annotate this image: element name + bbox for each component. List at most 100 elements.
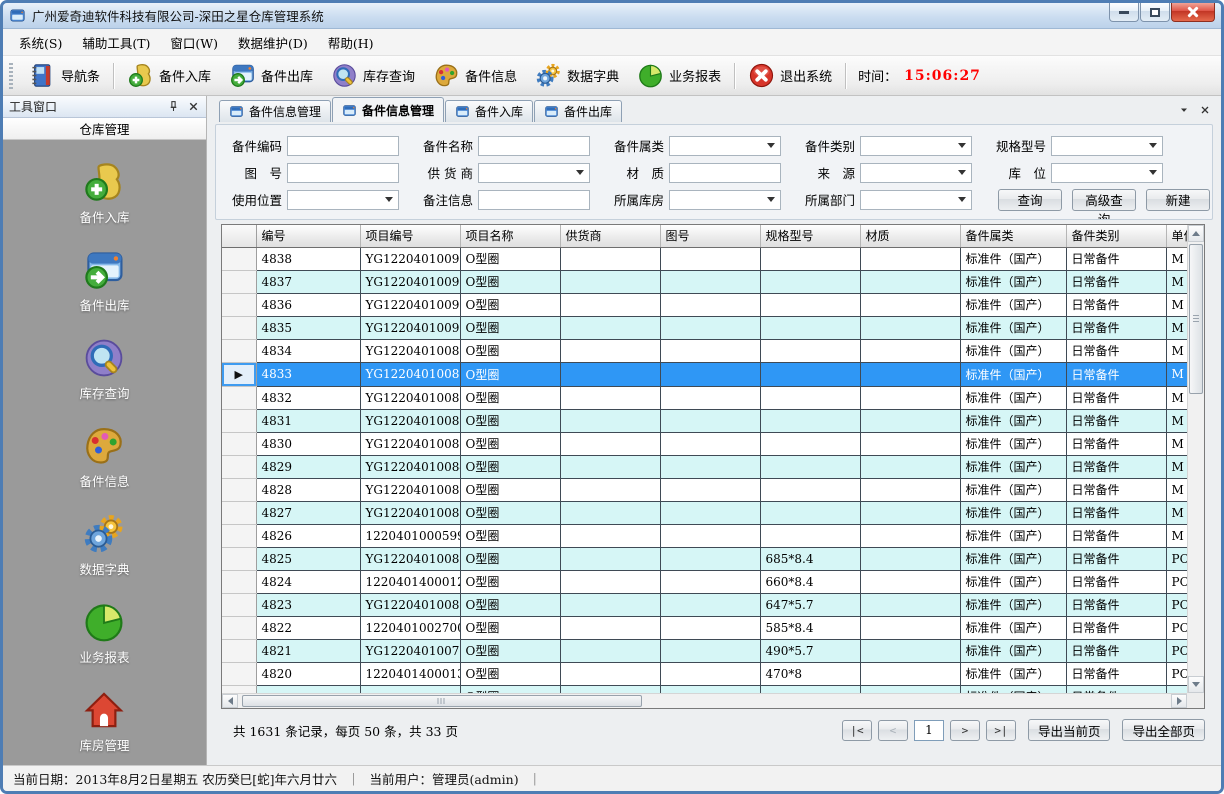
sidebar-item-inventory-query[interactable]: 库存查询 [79,336,129,402]
sidebar-item-spare-outbound[interactable]: 备件出库 [79,248,129,314]
sidebar-close-icon[interactable] [187,100,200,113]
row-selector-cell[interactable] [222,455,256,478]
export-current-page-button[interactable]: 导出当前页 [1028,719,1111,741]
table-row[interactable]: 4834YG12204010089O型圈标准件（国产）日常备件M [222,339,1187,362]
tab-item[interactable]: 备件入库 [445,100,533,122]
toolbar-spare-info-button[interactable]: 备件信息 [424,59,526,93]
toolbar-data-dictionary-button[interactable]: 数据字典 [526,59,628,93]
row-selector-cell[interactable] [222,524,256,547]
sidebar-item-spare-inbound[interactable]: 备件入库 [79,160,129,226]
toolbar-inventory-query-button[interactable]: 库存查询 [322,59,424,93]
field-select[interactable] [1051,136,1163,156]
horizontal-scroll-thumb[interactable] [242,695,642,707]
field-select[interactable] [860,136,972,156]
page-number-box[interactable]: 1 [914,720,944,741]
column-header[interactable]: 备件类别 [1066,225,1166,247]
column-header[interactable]: 备件属类 [960,225,1066,247]
toolbar-navigation-bar-button[interactable]: 导航条 [20,59,109,93]
table-row[interactable]: 48201220401400013O型圈470*8标准件（国产）日常备件PC [222,662,1187,685]
scroll-right-arrow[interactable] [1171,694,1187,708]
row-selector-cell[interactable] [222,570,256,593]
row-selector-cell[interactable]: ▶ [222,362,256,386]
table-row[interactable]: 4838YG12204010093O型圈标准件（国产）日常备件M [222,247,1187,270]
row-selector-cell[interactable] [222,593,256,616]
table-row[interactable]: 4823YG12204010080O型圈647*5.7标准件（国产）日常备件PC [222,593,1187,616]
menu-item[interactable]: 系统(S) [9,30,72,55]
query-button[interactable]: 查询 [998,189,1062,211]
row-selector-cell[interactable] [222,501,256,524]
column-header[interactable]: 项目名称 [460,225,560,247]
scroll-down-arrow[interactable] [1188,676,1204,693]
scroll-up-arrow[interactable] [1188,225,1204,242]
toolbar-exit-system-button[interactable]: 退出系统 [739,59,841,93]
next-page-button[interactable]: > [950,720,980,741]
last-page-button[interactable]: >| [986,720,1016,741]
prev-page-button[interactable]: < [878,720,908,741]
field-select[interactable] [860,163,972,183]
field-input[interactable] [478,136,590,156]
row-selector-cell[interactable] [222,293,256,316]
sidebar-group-header[interactable]: 仓库管理 [3,118,206,140]
scroll-left-arrow[interactable] [222,694,238,708]
table-row[interactable]: O型圈标准件（国产）日常备件 [222,685,1187,693]
field-select[interactable] [669,136,781,156]
column-header[interactable]: 单位 [1166,225,1187,247]
column-header[interactable]: 项目编号 [360,225,460,247]
table-row[interactable]: 4821YG12204010079O型圈490*5.7标准件（国产）日常备件PC [222,639,1187,662]
field-select[interactable] [287,190,399,210]
close-button[interactable] [1171,3,1215,22]
row-selector-cell[interactable] [222,478,256,501]
row-selector-cell[interactable] [222,409,256,432]
advanced-query-button[interactable]: 高级查询 [1072,189,1136,211]
column-header[interactable]: 编号 [256,225,360,247]
menu-item[interactable]: 辅助工具(T) [72,30,160,55]
column-header[interactable]: 供货商 [560,225,660,247]
export-all-pages-button[interactable]: 导出全部页 [1122,719,1205,741]
table-row[interactable]: 4836YG12204010091O型圈标准件（国产）日常备件M [222,293,1187,316]
table-row[interactable]: 48221220401002700O型圈585*8.4标准件（国产）日常备件PC [222,616,1187,639]
row-selector-cell[interactable] [222,270,256,293]
menu-item[interactable]: 窗口(W) [160,30,228,55]
pin-icon[interactable] [167,100,180,113]
field-input[interactable] [287,136,399,156]
toolbar-spare-inbound-button[interactable]: 备件入库 [118,59,220,93]
sidebar-item-spare-info[interactable]: 备件信息 [79,424,129,490]
vertical-scroll-thumb[interactable] [1189,244,1203,394]
table-row[interactable]: 4835YG12204010090O型圈标准件（国产）日常备件M [222,316,1187,339]
field-select[interactable] [669,190,781,210]
tab-item[interactable]: 备件出库 [534,100,622,122]
minimize-button[interactable] [1109,3,1139,22]
table-row[interactable]: 4831YG12204010086O型圈标准件（国产）日常备件M [222,409,1187,432]
table-row[interactable]: 4837YG12204010092O型圈标准件（国产）日常备件M [222,270,1187,293]
field-input[interactable] [669,163,781,183]
table-row[interactable]: ▶4833YG12204010088O型圈标准件（国产）日常备件M [222,362,1187,386]
sidebar-item-business-report[interactable]: 业务报表 [79,600,129,666]
sidebar-item-data-dictionary[interactable]: 数据字典 [79,512,129,578]
row-selector-cell[interactable] [222,685,256,693]
table-row[interactable]: 4828YG12204010083O型圈标准件（国产）日常备件M [222,478,1187,501]
row-selector-cell[interactable] [222,316,256,339]
row-selector-cell[interactable] [222,339,256,362]
field-input[interactable] [287,163,399,183]
field-select[interactable] [478,163,590,183]
tab-item[interactable]: 备件信息管理 [219,100,331,122]
table-row[interactable]: 4825YG12204010081O型圈685*8.4标准件（国产）日常备件PC [222,547,1187,570]
table-row[interactable]: 4829YG12204010084O型圈标准件（国产）日常备件M [222,455,1187,478]
field-select[interactable] [1051,163,1163,183]
row-selector-cell[interactable] [222,386,256,409]
menu-item[interactable]: 数据维护(D) [228,30,318,55]
table-row[interactable]: 48241220401400012O型圈660*8.4标准件（国产）日常备件PC [222,570,1187,593]
table-row[interactable]: 4830YG12204010085O型圈标准件（国产）日常备件M [222,432,1187,455]
row-selector-cell[interactable] [222,432,256,455]
toolbar-grip[interactable] [9,63,13,89]
row-selector-cell[interactable] [222,547,256,570]
toolbar-spare-outbound-button[interactable]: 备件出库 [220,59,322,93]
new-button[interactable]: 新建 [1146,189,1210,211]
first-page-button[interactable]: |< [842,720,872,741]
tab-close-icon[interactable] [1199,104,1211,116]
sidebar-item-warehouse-management[interactable]: 库房管理 [79,688,129,754]
table-row[interactable]: 4827YG12204010082O型圈标准件（国产）日常备件M [222,501,1187,524]
table-row[interactable]: 4832YG12204010087O型圈标准件（国产）日常备件M [222,386,1187,409]
field-select[interactable] [860,190,972,210]
row-selector-cell[interactable] [222,247,256,270]
